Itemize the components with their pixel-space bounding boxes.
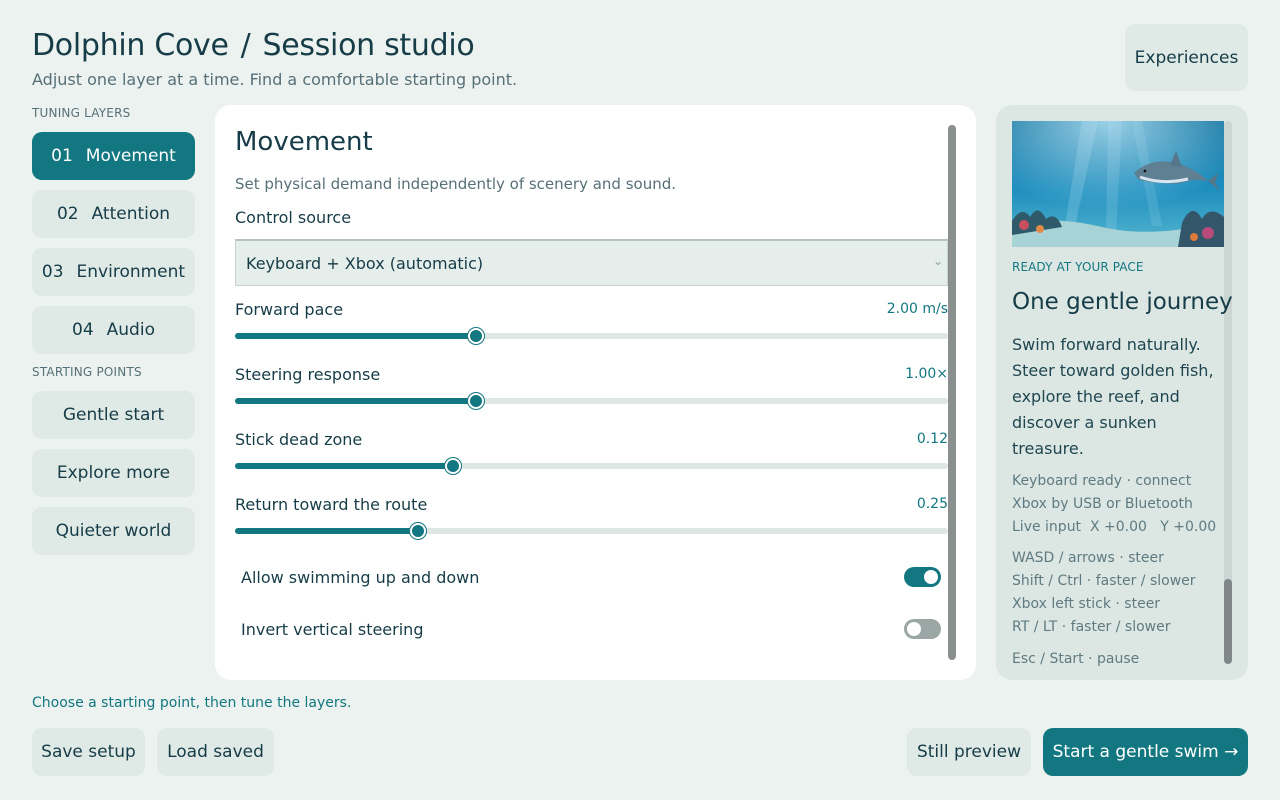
status-line: Keyboard ready · connect [1012,473,1192,489]
control-hint: Shift / Ctrl · faster / slower [1012,573,1196,589]
control-source-select[interactable]: Keyboard + Xbox (automatic) ⌄ [235,239,948,286]
layer-tab-attention[interactable]: 02 Attention [32,190,195,238]
stick-dead-zone-slider[interactable] [235,458,948,474]
page-subtitle: Adjust one layer at a time. Find a comfo… [32,70,518,89]
layer-number: 04 [72,320,94,340]
slider-thumb[interactable] [467,328,484,344]
controls-help: WASD / arrows · steer Shift / Ctrl · fas… [1012,547,1222,639]
dolphin-reef-image [1012,121,1224,247]
steering-response-label: Steering response [235,365,381,384]
toggle-knob [907,622,921,636]
forward-pace-label: Forward pace [235,300,344,319]
toggle-knob [924,570,938,584]
forward-pace-value: 2.00 m/s [886,301,948,317]
layer-tab-movement[interactable]: 01 Movement [32,132,195,180]
still-preview-button[interactable]: Still preview [907,728,1031,776]
control-hint: Xbox left stick · steer [1012,596,1161,612]
journey-description: Swim forward naturally. Steer toward gol… [1012,335,1214,458]
save-setup-button[interactable]: Save setup [32,728,145,776]
starting-points-heading: STARTING POINTS [32,365,142,379]
app-name: Dolphin Cove [32,28,229,63]
slider-fill [235,333,476,339]
stick-dead-zone-value: 0.12 [916,431,948,447]
layer-label: Environment [76,262,186,282]
return-route-label: Return toward the route [235,495,428,514]
slider-fill [235,398,476,404]
journey-preview-panel: READY AT YOUR PACE One gentle journey Sw… [996,105,1248,680]
steering-response-slider[interactable] [235,393,948,409]
panel-scrollbar-thumb[interactable] [948,125,956,660]
layer-number: 01 [51,146,73,166]
control-source-value: Keyboard + Xbox (automatic) [246,253,484,273]
layer-tab-audio[interactable]: 04 Audio [32,306,195,354]
experiences-button[interactable]: Experiences [1125,24,1248,91]
layer-label: Attention [91,204,171,224]
control-hint: WASD / arrows · steer [1012,550,1164,566]
layer-number: 03 [41,262,64,282]
stick-dead-zone-label: Stick dead zone [235,430,363,449]
preview-scrollbar-thumb[interactable] [1224,579,1232,664]
start-swim-button[interactable]: Start a gentle swim → [1043,728,1248,776]
forward-pace-slider[interactable] [235,328,948,344]
breadcrumb-separator: / [240,28,251,63]
control-hint: RT / LT · faster / slower [1012,619,1171,635]
live-input-readout: Live input X +0.00 Y +0.00 [1012,519,1217,535]
preview-scrollbar[interactable] [1224,121,1232,664]
preset-gentle-start-button[interactable]: Gentle start [32,391,195,439]
movement-panel: Movement Set physical demand independent… [215,105,976,680]
preset-quieter-world-button[interactable]: Quieter world [32,507,195,555]
steering-response-value: 1.00× [905,366,948,382]
pause-hint: Esc / Start · pause [1012,651,1140,667]
journey-title: One gentle journey [1012,289,1233,315]
tuning-layers-heading: TUNING LAYERS [32,106,131,120]
page-name: Session studio [262,28,475,63]
chevron-down-icon: ⌄ [932,254,943,268]
ready-caption: READY AT YOUR PACE [1012,260,1144,274]
slider-thumb[interactable] [445,458,462,474]
status-line: Xbox by USB or Bluetooth [1012,496,1193,512]
layer-tab-environment[interactable]: 03 Environment [32,248,195,296]
status-message: Choose a starting point, then tune the l… [32,695,352,711]
load-saved-button[interactable]: Load saved [157,728,274,776]
input-status: Keyboard ready · connect Xbox by USB or … [1012,470,1222,539]
slider-thumb[interactable] [467,393,484,409]
panel-title: Movement [235,127,373,157]
slider-fill [235,528,419,534]
control-source-label: Control source [235,208,352,227]
swim-vertical-toggle[interactable] [904,567,941,587]
swim-vertical-label: Allow swimming up and down [241,568,480,587]
return-route-value: 0.25 [916,496,948,512]
invert-vertical-toggle[interactable] [904,619,941,639]
layer-label: Audio [106,320,155,340]
layer-label: Movement [85,146,176,166]
invert-vertical-label: Invert vertical steering [241,620,424,639]
slider-fill [235,463,454,469]
layer-number: 02 [56,204,79,224]
preset-explore-more-button[interactable]: Explore more [32,449,195,497]
panel-description: Set physical demand independently of sce… [235,175,676,193]
page-title: Dolphin Cove / Session studio [32,28,475,63]
slider-thumb[interactable] [410,523,427,539]
return-route-slider[interactable] [235,523,948,539]
